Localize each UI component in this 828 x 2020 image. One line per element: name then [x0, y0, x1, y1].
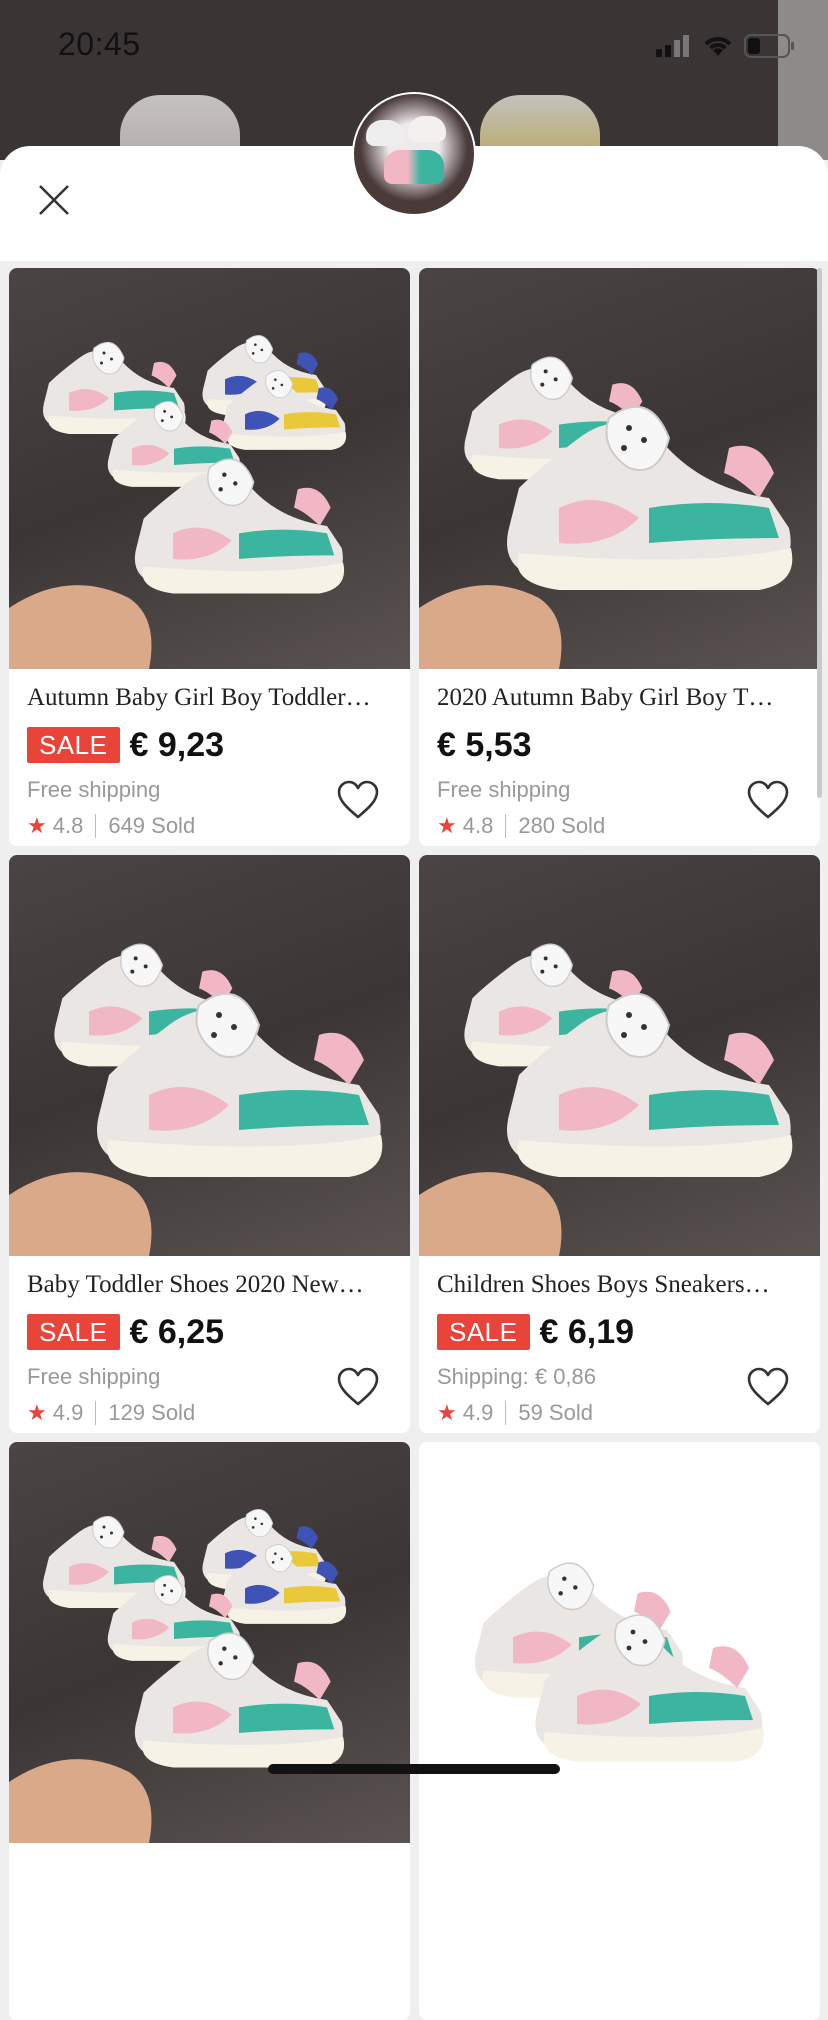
product-image [9, 1509, 347, 1843]
heart-icon[interactable] [336, 779, 380, 823]
product-info: Children Shoes Boys Sneakers… SALE € 6,1… [419, 1256, 820, 1428]
sale-badge: SALE [27, 727, 120, 763]
star-icon: ★ [437, 813, 457, 838]
sold-count: 280 Sold [518, 813, 606, 838]
sold-count: 129 Sold [108, 1400, 196, 1425]
product-title[interactable]: 2020 Autumn Baby Girl Boy T… [437, 681, 802, 715]
sold-count: 59 Sold [518, 1400, 593, 1425]
product-card[interactable]: Baby Toddler Shoes 2020 New… SALE € 6,25… [9, 855, 410, 1433]
price-row: € 5,53 [437, 725, 802, 765]
product-image [419, 356, 793, 669]
star-icon: ★ [437, 1400, 457, 1425]
battery-icon [744, 34, 794, 58]
rating-value: 4.8 [462, 813, 494, 838]
rating-value: 4.9 [52, 1400, 84, 1425]
sold-count: 649 Sold [108, 813, 196, 838]
divider [95, 814, 97, 838]
product-card[interactable] [419, 1442, 820, 2020]
product-card[interactable] [9, 1442, 410, 2020]
product-image-container[interactable] [9, 855, 410, 1256]
sale-badge: SALE [27, 1314, 120, 1350]
product-title[interactable]: Autumn Baby Girl Boy Toddler… [27, 681, 392, 715]
close-icon [39, 185, 69, 215]
divider [95, 1401, 97, 1425]
wifi-icon [704, 37, 732, 56]
close-button[interactable] [30, 176, 78, 224]
product-image [474, 1562, 764, 1762]
heart-icon[interactable] [746, 779, 790, 823]
product-image [9, 943, 383, 1256]
product-info: 2020 Autumn Baby Girl Boy T… € 5,53 Free… [419, 669, 820, 841]
divider [505, 814, 507, 838]
cellular-signal-icon [656, 35, 689, 57]
product-price: € 5,53 [437, 725, 532, 764]
product-image-container[interactable] [419, 268, 820, 669]
home-indicator[interactable] [268, 1764, 560, 1774]
status-time: 20:45 [58, 26, 141, 62]
price-row: SALE € 6,25 [27, 1312, 392, 1352]
product-image-container[interactable] [419, 855, 820, 1256]
product-title[interactable]: Baby Toddler Shoes 2020 New… [27, 1268, 392, 1302]
product-image-container[interactable] [419, 1442, 820, 1843]
product-price: € 6,19 [539, 1312, 635, 1351]
product-grid: Autumn Baby Girl Boy Toddler… SALE € 9,2… [9, 268, 820, 2020]
heart-icon[interactable] [336, 1366, 380, 1410]
product-card[interactable]: Autumn Baby Girl Boy Toddler… SALE € 9,2… [9, 268, 410, 846]
product-info: Baby Toddler Shoes 2020 New… SALE € 6,25… [9, 1256, 410, 1428]
background-edge [778, 0, 828, 160]
heart-icon[interactable] [746, 1366, 790, 1410]
star-icon: ★ [27, 813, 47, 838]
product-image [419, 943, 793, 1256]
price-row: SALE € 6,19 [437, 1312, 802, 1352]
price-row: SALE € 9,23 [27, 725, 392, 765]
product-image-container[interactable] [9, 268, 410, 669]
product-price: € 9,23 [129, 725, 225, 764]
product-title[interactable]: Children Shoes Boys Sneakers… [437, 1268, 802, 1302]
rating-value: 4.9 [462, 1400, 494, 1425]
divider [505, 1401, 507, 1425]
status-icons [656, 34, 796, 58]
product-image-container[interactable] [9, 1442, 410, 1843]
product-card[interactable]: 2020 Autumn Baby Girl Boy T… € 5,53 Free… [419, 268, 820, 846]
sale-badge: SALE [437, 1314, 530, 1350]
scrollbar[interactable] [817, 268, 822, 798]
rating-value: 4.8 [52, 813, 84, 838]
selected-product-thumbnail[interactable] [352, 92, 476, 216]
product-price: € 6,25 [129, 1312, 225, 1351]
product-image [9, 335, 347, 669]
product-card[interactable]: Children Shoes Boys Sneakers… SALE € 6,1… [419, 855, 820, 1433]
star-icon: ★ [27, 1400, 47, 1425]
product-info: Autumn Baby Girl Boy Toddler… SALE € 9,2… [9, 669, 410, 841]
